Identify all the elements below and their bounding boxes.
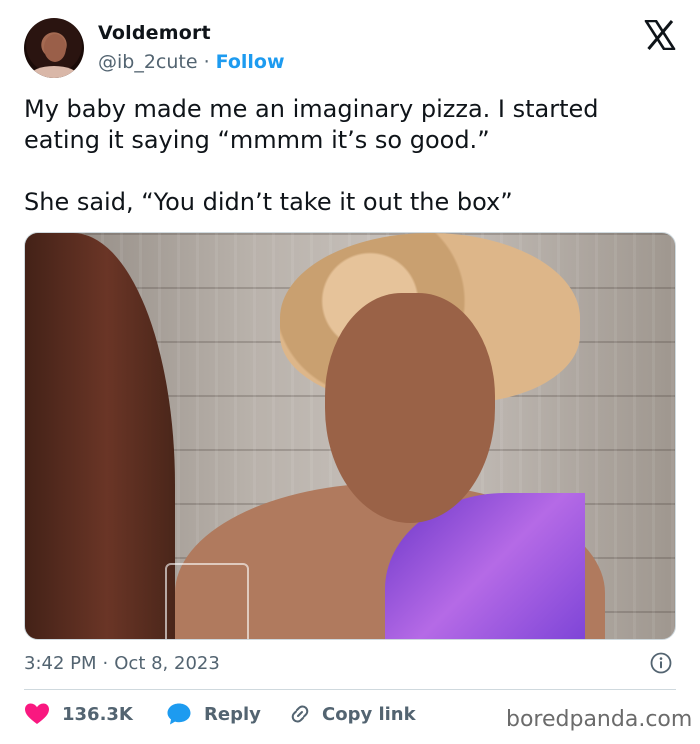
- like-count: 136.3K: [62, 703, 133, 725]
- avatar[interactable]: [24, 18, 84, 78]
- author-handle-line: @ib_2cute · Follow: [98, 51, 285, 73]
- heart-icon: [25, 703, 49, 724]
- x-logo-icon[interactable]: [644, 20, 676, 50]
- tweet-text-line-1: My baby made me an imaginary pizza. I st…: [24, 95, 599, 154]
- copy-link-button[interactable]: Copy link: [288, 702, 416, 726]
- author-name[interactable]: Voldemort: [98, 22, 211, 44]
- reply-bubble-icon: [167, 703, 191, 725]
- copy-link-label: Copy link: [322, 703, 416, 725]
- link-icon: [291, 705, 309, 723]
- author-handle[interactable]: @ib_2cute: [98, 51, 198, 73]
- tweet-time: 3:42 PM: [24, 653, 97, 674]
- follow-button[interactable]: Follow: [216, 51, 285, 73]
- avatar-face: [44, 34, 66, 62]
- reply-label: Reply: [204, 703, 261, 725]
- tweet-text-line-2: She said, “You didn’t take it out the bo…: [24, 188, 513, 216]
- tweet-date: Oct 8, 2023: [114, 653, 220, 674]
- reply-button[interactable]: Reply: [166, 702, 261, 726]
- tweet-text: My baby made me an imaginary pizza. I st…: [24, 94, 664, 218]
- like-button[interactable]: 136.3K: [24, 702, 133, 726]
- info-icon[interactable]: [650, 652, 672, 674]
- photo-glass: [165, 563, 249, 639]
- timestamp-separator: ·: [102, 653, 109, 674]
- watermark: boredpanda.com: [506, 707, 693, 732]
- tweet-meta-row: 3:42 PM · Oct 8, 2023: [24, 652, 676, 678]
- tweet-timestamp[interactable]: 3:42 PM · Oct 8, 2023: [24, 653, 220, 674]
- tweet-photo[interactable]: [24, 232, 676, 640]
- divider: [24, 689, 676, 690]
- avatar-shoulder: [30, 66, 78, 78]
- photo-face: [325, 293, 495, 523]
- handle-separator: ·: [203, 51, 210, 73]
